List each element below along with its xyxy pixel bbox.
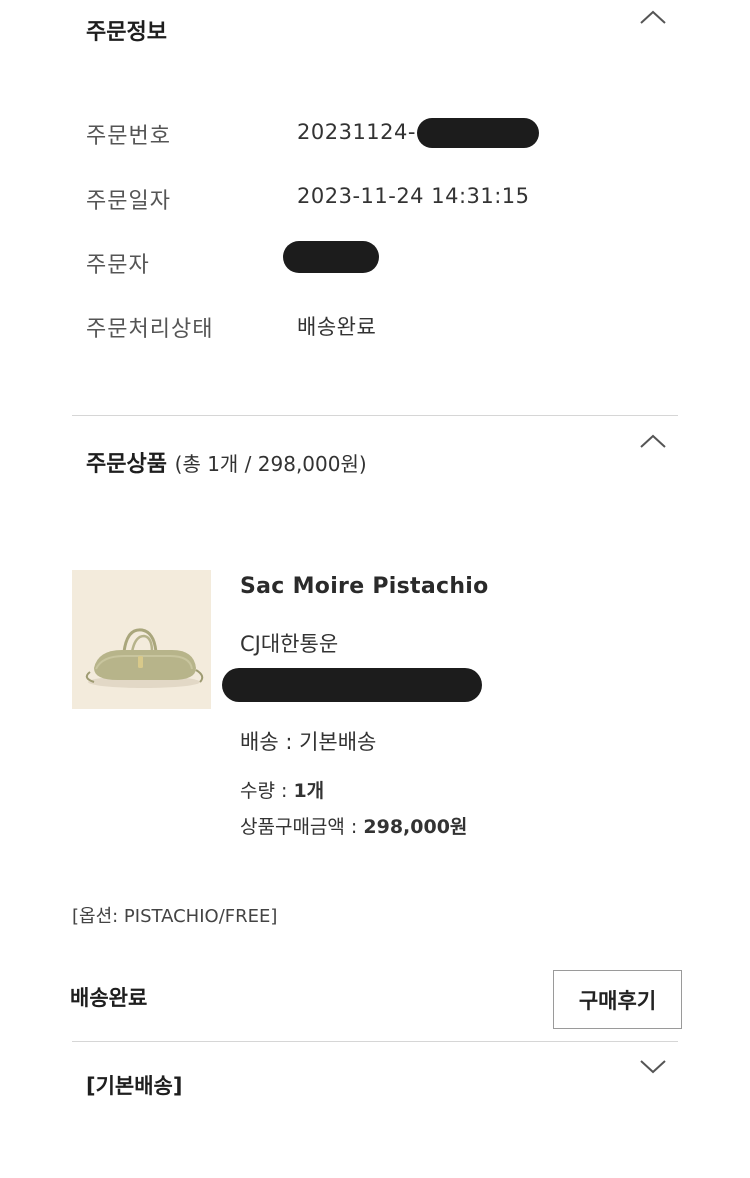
order-info-title: 주문정보 xyxy=(86,20,167,45)
order-products-summary: (총 1개 / 298,000원) xyxy=(174,452,367,476)
section-divider xyxy=(72,1041,678,1042)
order-status-label: 주문처리상태 xyxy=(86,317,214,342)
section-divider xyxy=(72,415,678,416)
order-date-label: 주문일자 xyxy=(86,189,171,214)
delivery-status: 배송완료 xyxy=(70,986,148,1010)
product-price: 상품구매금액 : 298,000원 xyxy=(240,812,467,839)
order-date-value: 2023-11-24 14:31:15 xyxy=(297,184,530,208)
bag-image xyxy=(72,570,211,709)
quantity-value: 1개 xyxy=(293,780,325,802)
order-products-header: 주문상품 (총 1개 / 298,000원) xyxy=(86,446,367,478)
product-carrier: CJ대한통운 xyxy=(240,632,339,656)
chevron-up-icon[interactable] xyxy=(636,6,670,28)
price-value: 298,000원 xyxy=(363,816,468,838)
chevron-down-icon[interactable] xyxy=(636,1056,670,1078)
redaction-order-number xyxy=(417,118,539,148)
product-name[interactable]: Sac Moire Pistachio xyxy=(240,574,489,599)
orderer-label: 주문자 xyxy=(86,253,150,278)
product-shipping: 배송 : 기본배송 xyxy=(240,730,377,754)
order-status-value: 배송완료 xyxy=(297,315,377,339)
write-review-button[interactable]: 구매후기 xyxy=(553,970,682,1029)
redaction-orderer xyxy=(283,241,379,273)
product-option: [옵션: PISTACHIO/FREE] xyxy=(72,906,278,927)
product-quantity: 수량 : 1개 xyxy=(240,776,324,803)
order-products-title: 주문상품 xyxy=(86,452,167,477)
quantity-label: 수량 : xyxy=(240,780,294,802)
delivery-group-title[interactable]: [기본배송] xyxy=(86,1070,182,1100)
order-number-value: 20231124- xyxy=(297,120,416,144)
chevron-up-icon[interactable] xyxy=(636,430,670,452)
price-label: 상품구매금액 : xyxy=(240,816,364,838)
order-number-label: 주문번호 xyxy=(86,124,171,149)
product-thumbnail[interactable] xyxy=(72,570,211,709)
redaction-tracking xyxy=(222,668,482,702)
